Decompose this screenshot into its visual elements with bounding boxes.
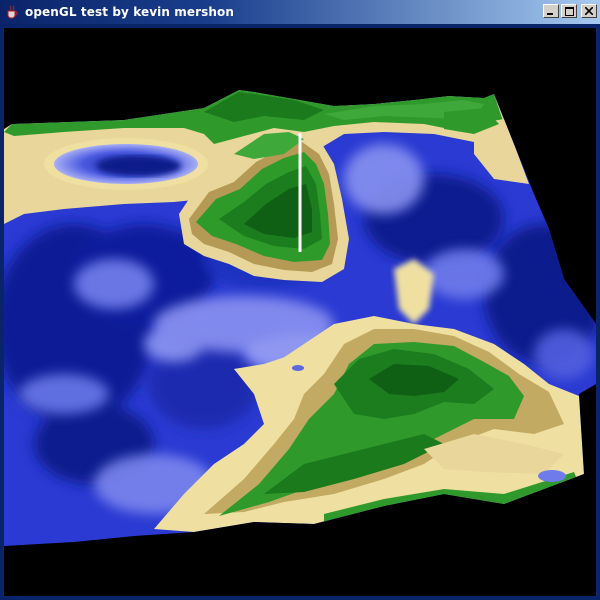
terrain-render[interactable] [4, 24, 596, 596]
opengl-viewport[interactable] [4, 24, 596, 596]
lake [44, 138, 208, 190]
window-title: openGL test by kevin mershon [25, 5, 234, 19]
maximize-icon [564, 6, 574, 16]
title-bar[interactable]: openGL test by kevin mershon [0, 0, 600, 24]
close-icon [585, 7, 593, 15]
minimize-icon [547, 13, 553, 15]
minimize-button[interactable] [543, 4, 559, 18]
window-controls [543, 4, 597, 18]
app-window: openGL test by kevin mershon [0, 0, 600, 600]
maximize-button[interactable] [561, 4, 577, 18]
java-cup-icon [7, 5, 18, 19]
close-button[interactable] [581, 4, 597, 18]
